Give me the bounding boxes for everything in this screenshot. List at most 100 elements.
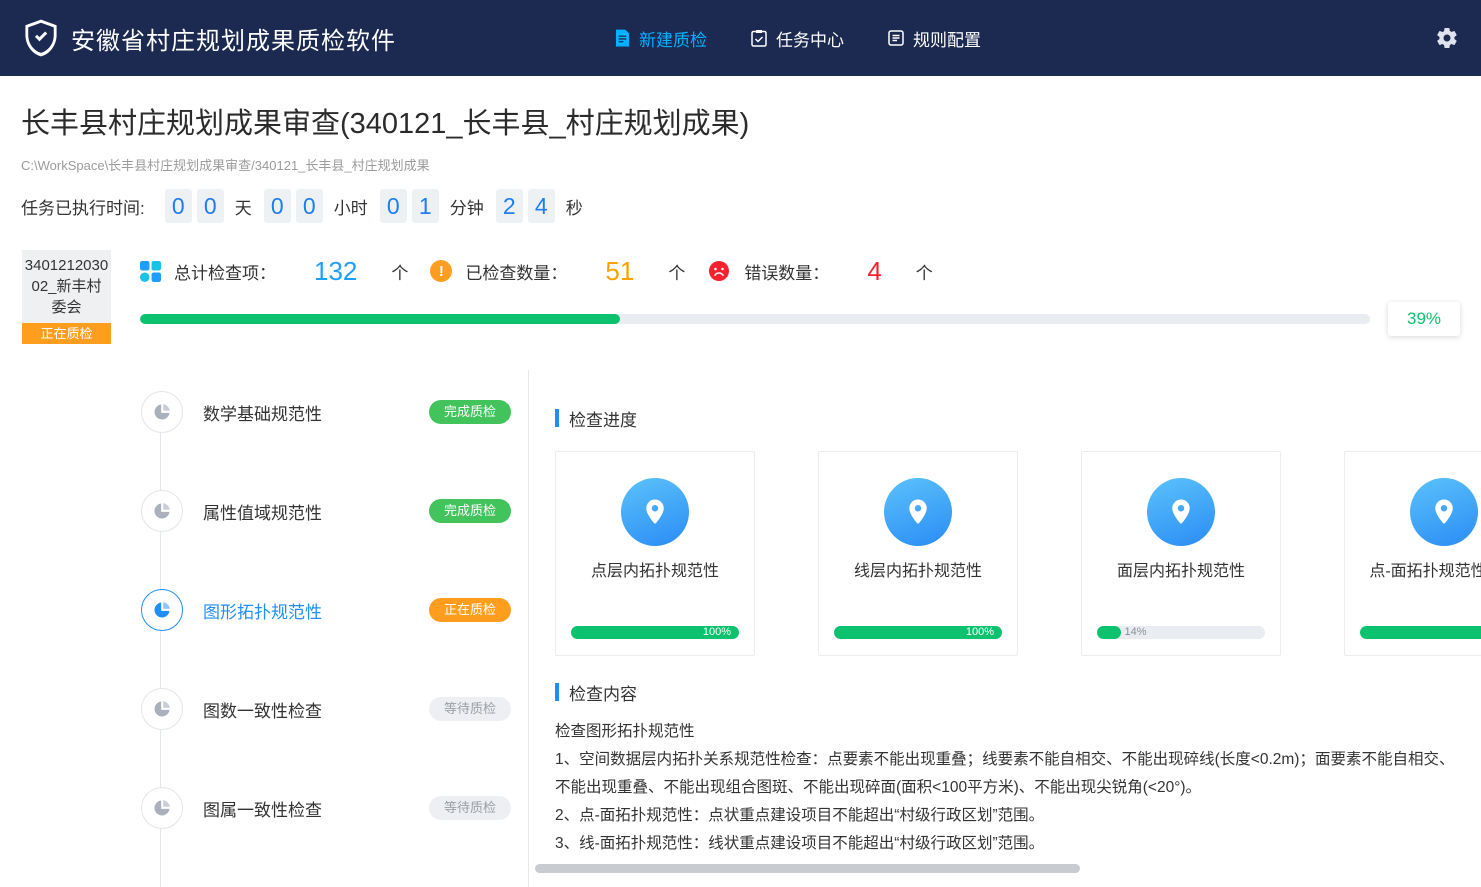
card-label: 线层内拓扑规范性 xyxy=(830,560,1006,583)
card-progress-bar: 14% xyxy=(1097,626,1265,639)
status-badge: 完成质检 xyxy=(429,400,511,424)
overall-progress-percent: 39% xyxy=(1388,302,1460,336)
check-content-text: 检查图形拓扑规范性 1、空间数据层内拓扑关系规范性检查：点要素不能出现重叠；线要… xyxy=(555,718,1460,858)
timer-unit-days: 天 xyxy=(235,194,252,219)
timer-digit: 1 xyxy=(412,189,439,223)
horizontal-scrollbar[interactable] xyxy=(535,864,1080,873)
content-rule-2: 2、点-面拓扑规范性：点状重点建设项目不能超出“村级行政区划”范围。 xyxy=(555,802,1460,830)
overall-progress-bar xyxy=(140,314,1370,324)
pie-chart-icon xyxy=(141,787,183,829)
map-pin-icon xyxy=(1410,478,1478,546)
status-badge: 完成质检 xyxy=(429,499,511,523)
settings-gear-icon[interactable] xyxy=(1435,26,1459,50)
sidebar-item-label: 属性值域规范性 xyxy=(203,499,322,524)
sidebar-item-label: 图形拓扑规范性 xyxy=(203,598,322,623)
timer-digit: 4 xyxy=(528,189,555,223)
checked-count-unit: 个 xyxy=(668,259,685,284)
timer-label: 任务已执行时间: xyxy=(21,194,145,219)
map-pin-icon xyxy=(621,478,689,546)
map-pin-icon xyxy=(884,478,952,546)
main-nav: 新建质检 任务中心 规则配置 xyxy=(615,0,981,76)
card-progress-percent: 100% xyxy=(966,626,994,639)
timer-unit-hours: 小时 xyxy=(334,194,368,219)
sidebar-item-label: 图属一致性检查 xyxy=(203,796,322,821)
checked-count-label: 已检查数量： xyxy=(465,259,567,284)
app-brand: 安徽省村庄规划成果质检软件 xyxy=(24,19,396,57)
section-bar xyxy=(555,409,559,427)
card-point-polygon-topology: 点-面拓扑规范性检查 100% xyxy=(1344,451,1481,656)
timer-unit-minutes: 分钟 xyxy=(450,194,484,219)
nav-new-inspection[interactable]: 新建质检 xyxy=(615,26,707,51)
new-inspection-icon xyxy=(615,29,630,47)
card-polygon-layer-topology: 面层内拓扑规范性 14% xyxy=(1081,451,1281,656)
elapsed-time-row: 任务已执行时间: 0 0 天 0 0 小时 0 1 分钟 2 4 秒 xyxy=(21,188,595,224)
card-progress-bar: 100% xyxy=(834,626,1002,639)
sidebar-item-map-attribute-consistency[interactable]: 图属一致性检查 等待质检 xyxy=(141,787,511,829)
workspace-path: C:\WorkSpace\长丰县村庄规划成果审查/340121_长丰县_村庄规划… xyxy=(21,155,430,174)
timer-digit: 0 xyxy=(197,189,224,223)
nav-rule-config[interactable]: 规则配置 xyxy=(888,26,981,51)
check-progress-cards: 点层内拓扑规范性 100% 线层内拓扑规范性 100% 面层内拓扑规范性 xyxy=(555,451,1481,656)
timer-digit: 2 xyxy=(496,189,523,223)
nav-task-center[interactable]: 任务中心 xyxy=(751,26,844,51)
card-label: 点-面拓扑规范性检查 xyxy=(1345,560,1481,583)
section-bar xyxy=(555,683,559,701)
village-task-item[interactable]: 340121203002_新丰村委会 正在质检 xyxy=(22,250,111,344)
nav-rule-config-label: 规则配置 xyxy=(913,26,981,51)
shield-logo-icon xyxy=(24,19,58,57)
rule-config-icon xyxy=(888,30,904,46)
sidebar-item-map-data-consistency[interactable]: 图数一致性检查 等待质检 xyxy=(141,688,511,730)
sidebar-item-graphic-topology[interactable]: 图形拓扑规范性 正在质检 xyxy=(141,589,511,631)
check-content-section: 检查内容 检查图形拓扑规范性 1、空间数据层内拓扑关系规范性检查：点要素不能出现… xyxy=(555,682,1481,858)
sidebar-item-label: 图数一致性检查 xyxy=(203,697,322,722)
top-navbar: 安徽省村庄规划成果质检软件 新建质检 任务中心 xyxy=(0,0,1481,76)
stats-row: 总计检查项： 132 个 ! 已检查数量： 51 个 错误数量： 4 个 xyxy=(140,250,955,292)
check-category-sidebar: 数学基础规范性 完成质检 属性值域规范性 完成质检 图形拓扑规范性 正在质检 图… xyxy=(0,370,529,887)
status-badge: 等待质检 xyxy=(429,697,511,721)
card-label: 面层内拓扑规范性 xyxy=(1093,560,1269,583)
content-rule-3: 3、线-面拓扑规范性：线状重点建设项目不能超出“村级行政区划”范围。 xyxy=(555,830,1460,858)
content-rule-1: 1、空间数据层内拓扑关系规范性检查：点要素不能出现重叠；线要素不能自相交、不能出… xyxy=(555,746,1460,802)
card-progress-percent: 100% xyxy=(703,626,731,639)
total-items-value: 132 xyxy=(314,256,357,287)
total-items-icon xyxy=(140,261,161,282)
village-status-badge: 正在质检 xyxy=(22,323,111,344)
card-progress-fill xyxy=(1360,626,1481,639)
detail-pane: 检查进度 点层内拓扑规范性 100% 线层内拓扑规范性 100% xyxy=(530,370,1481,887)
error-count-unit: 个 xyxy=(916,259,933,284)
pie-chart-icon xyxy=(141,391,183,433)
card-point-layer-topology: 点层内拓扑规范性 100% xyxy=(555,451,755,656)
error-count-value: 4 xyxy=(867,256,881,287)
progress-section-title: 检查进度 xyxy=(569,406,637,431)
overall-progress-row: 39% xyxy=(140,302,1460,336)
status-badge: 等待质检 xyxy=(429,796,511,820)
card-progress-bar: 100% xyxy=(1360,626,1481,639)
content-section-header: 检查内容 xyxy=(555,682,1481,702)
timer-digit: 0 xyxy=(380,189,407,223)
app-title: 安徽省村庄规划成果质检软件 xyxy=(71,21,396,56)
pie-chart-icon xyxy=(141,688,183,730)
timer-digit: 0 xyxy=(165,189,192,223)
checked-count-value: 51 xyxy=(605,256,634,287)
total-items-label: 总计检查项： xyxy=(174,259,276,284)
card-progress-fill xyxy=(1097,626,1121,639)
sidebar-item-attribute-domain[interactable]: 属性值域规范性 完成质检 xyxy=(141,490,511,532)
map-pin-icon xyxy=(1147,478,1215,546)
village-name: 340121203002_新丰村委会 xyxy=(22,250,111,323)
pie-chart-icon xyxy=(141,589,183,631)
task-center-icon xyxy=(751,29,767,47)
sidebar-item-label: 数学基础规范性 xyxy=(203,400,322,425)
sidebar-item-math-basis[interactable]: 数学基础规范性 完成质检 xyxy=(141,391,511,433)
page-title: 长丰县村庄规划成果审查(340121_长丰县_村庄规划成果) xyxy=(21,100,749,142)
error-count-label: 错误数量： xyxy=(744,259,829,284)
card-line-layer-topology: 线层内拓扑规范性 100% xyxy=(818,451,1018,656)
nav-task-center-label: 任务中心 xyxy=(776,26,844,51)
card-progress-bar: 100% xyxy=(571,626,739,639)
card-label: 点层内拓扑规范性 xyxy=(567,560,743,583)
warning-icon: ! xyxy=(430,260,452,282)
content-section-title: 检查内容 xyxy=(569,680,637,705)
nav-new-inspection-label: 新建质检 xyxy=(639,26,707,51)
total-items-unit: 个 xyxy=(391,259,408,284)
content-heading: 检查图形拓扑规范性 xyxy=(555,718,1460,746)
timer-digit: 0 xyxy=(264,189,291,223)
